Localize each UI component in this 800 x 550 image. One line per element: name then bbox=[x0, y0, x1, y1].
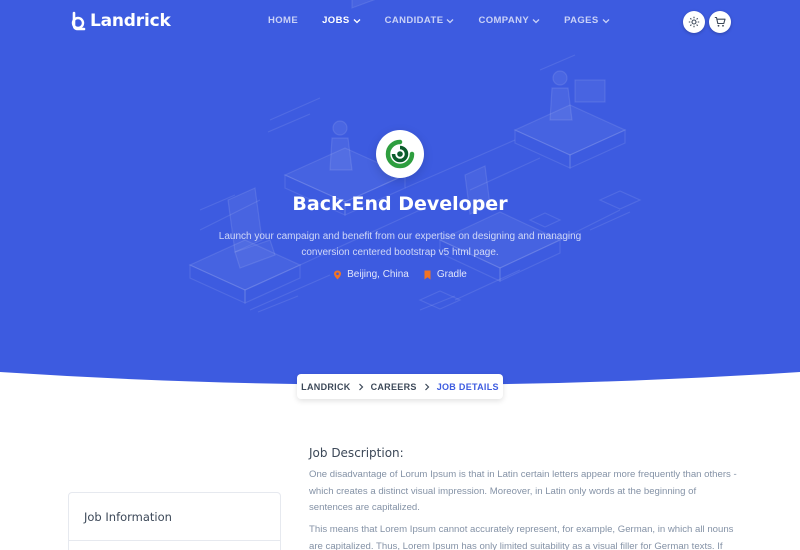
main-navigation: HOME JOBS CANDIDATE COMPANY PAGES bbox=[268, 15, 634, 26]
job-title: Back-End Developer bbox=[292, 193, 508, 215]
nav-label: JOBS bbox=[322, 15, 350, 26]
chevron-right-icon bbox=[358, 383, 363, 390]
breadcrumb-item-careers[interactable]: CAREERS bbox=[371, 382, 417, 392]
nav-label: CANDIDATE bbox=[384, 15, 444, 26]
company-logo bbox=[376, 130, 424, 178]
gradle-logo-icon bbox=[385, 139, 415, 169]
card-title: Job Information bbox=[84, 510, 172, 524]
nav-item-company[interactable]: COMPANY bbox=[478, 15, 540, 26]
chevron-down-icon bbox=[602, 18, 610, 23]
breadcrumb-current: JOB DETAILS bbox=[436, 381, 499, 392]
job-location: Beijing, China bbox=[333, 269, 409, 280]
job-company: Gradle bbox=[423, 269, 467, 280]
chevron-right-icon bbox=[424, 383, 430, 390]
brand-logo[interactable]: Landrick bbox=[68, 10, 171, 32]
job-description-heading: Job Description: bbox=[309, 446, 404, 460]
brand-name: Landrick bbox=[90, 11, 171, 31]
location-text: Beijing, China bbox=[347, 269, 409, 280]
company-text: Gradle bbox=[436, 269, 467, 280]
job-meta: Beijing, China Gradle bbox=[0, 269, 800, 280]
job-subtitle: Launch your campaign and benefit from ou… bbox=[218, 231, 582, 258]
chevron-down-icon bbox=[353, 18, 361, 23]
cart-icon bbox=[714, 16, 726, 27]
nav-label: PAGES bbox=[564, 15, 599, 26]
settings-button[interactable] bbox=[683, 11, 705, 33]
nav-item-pages[interactable]: PAGES bbox=[564, 15, 610, 26]
breadcrumb: LANDRICK CAREERS JOB DETAILS bbox=[297, 374, 503, 399]
breadcrumb-item-home[interactable]: LANDRICK bbox=[301, 382, 350, 392]
nav-item-home[interactable]: HOME bbox=[268, 15, 298, 26]
gear-icon bbox=[688, 16, 700, 28]
chevron-down-icon bbox=[446, 18, 454, 23]
nav-item-jobs[interactable]: JOBS bbox=[322, 15, 361, 26]
cart-button[interactable] bbox=[709, 11, 731, 33]
nav-label: COMPANY bbox=[478, 15, 530, 26]
bookmark-icon bbox=[424, 270, 431, 279]
landrick-logo-icon bbox=[71, 11, 86, 31]
chevron-down-icon bbox=[532, 18, 540, 23]
map-pin-icon bbox=[334, 270, 342, 279]
nav-item-candidate[interactable]: CANDIDATE bbox=[385, 15, 455, 26]
job-description-paragraph: This means that Lorem Ipsum cannot accur… bbox=[309, 524, 734, 550]
nav-label: HOME bbox=[268, 15, 299, 26]
job-description-paragraph: One disadvantage of Lorum Ipsum is that … bbox=[309, 469, 737, 514]
card-divider bbox=[69, 540, 280, 541]
job-information-card: Job Information bbox=[68, 492, 281, 550]
